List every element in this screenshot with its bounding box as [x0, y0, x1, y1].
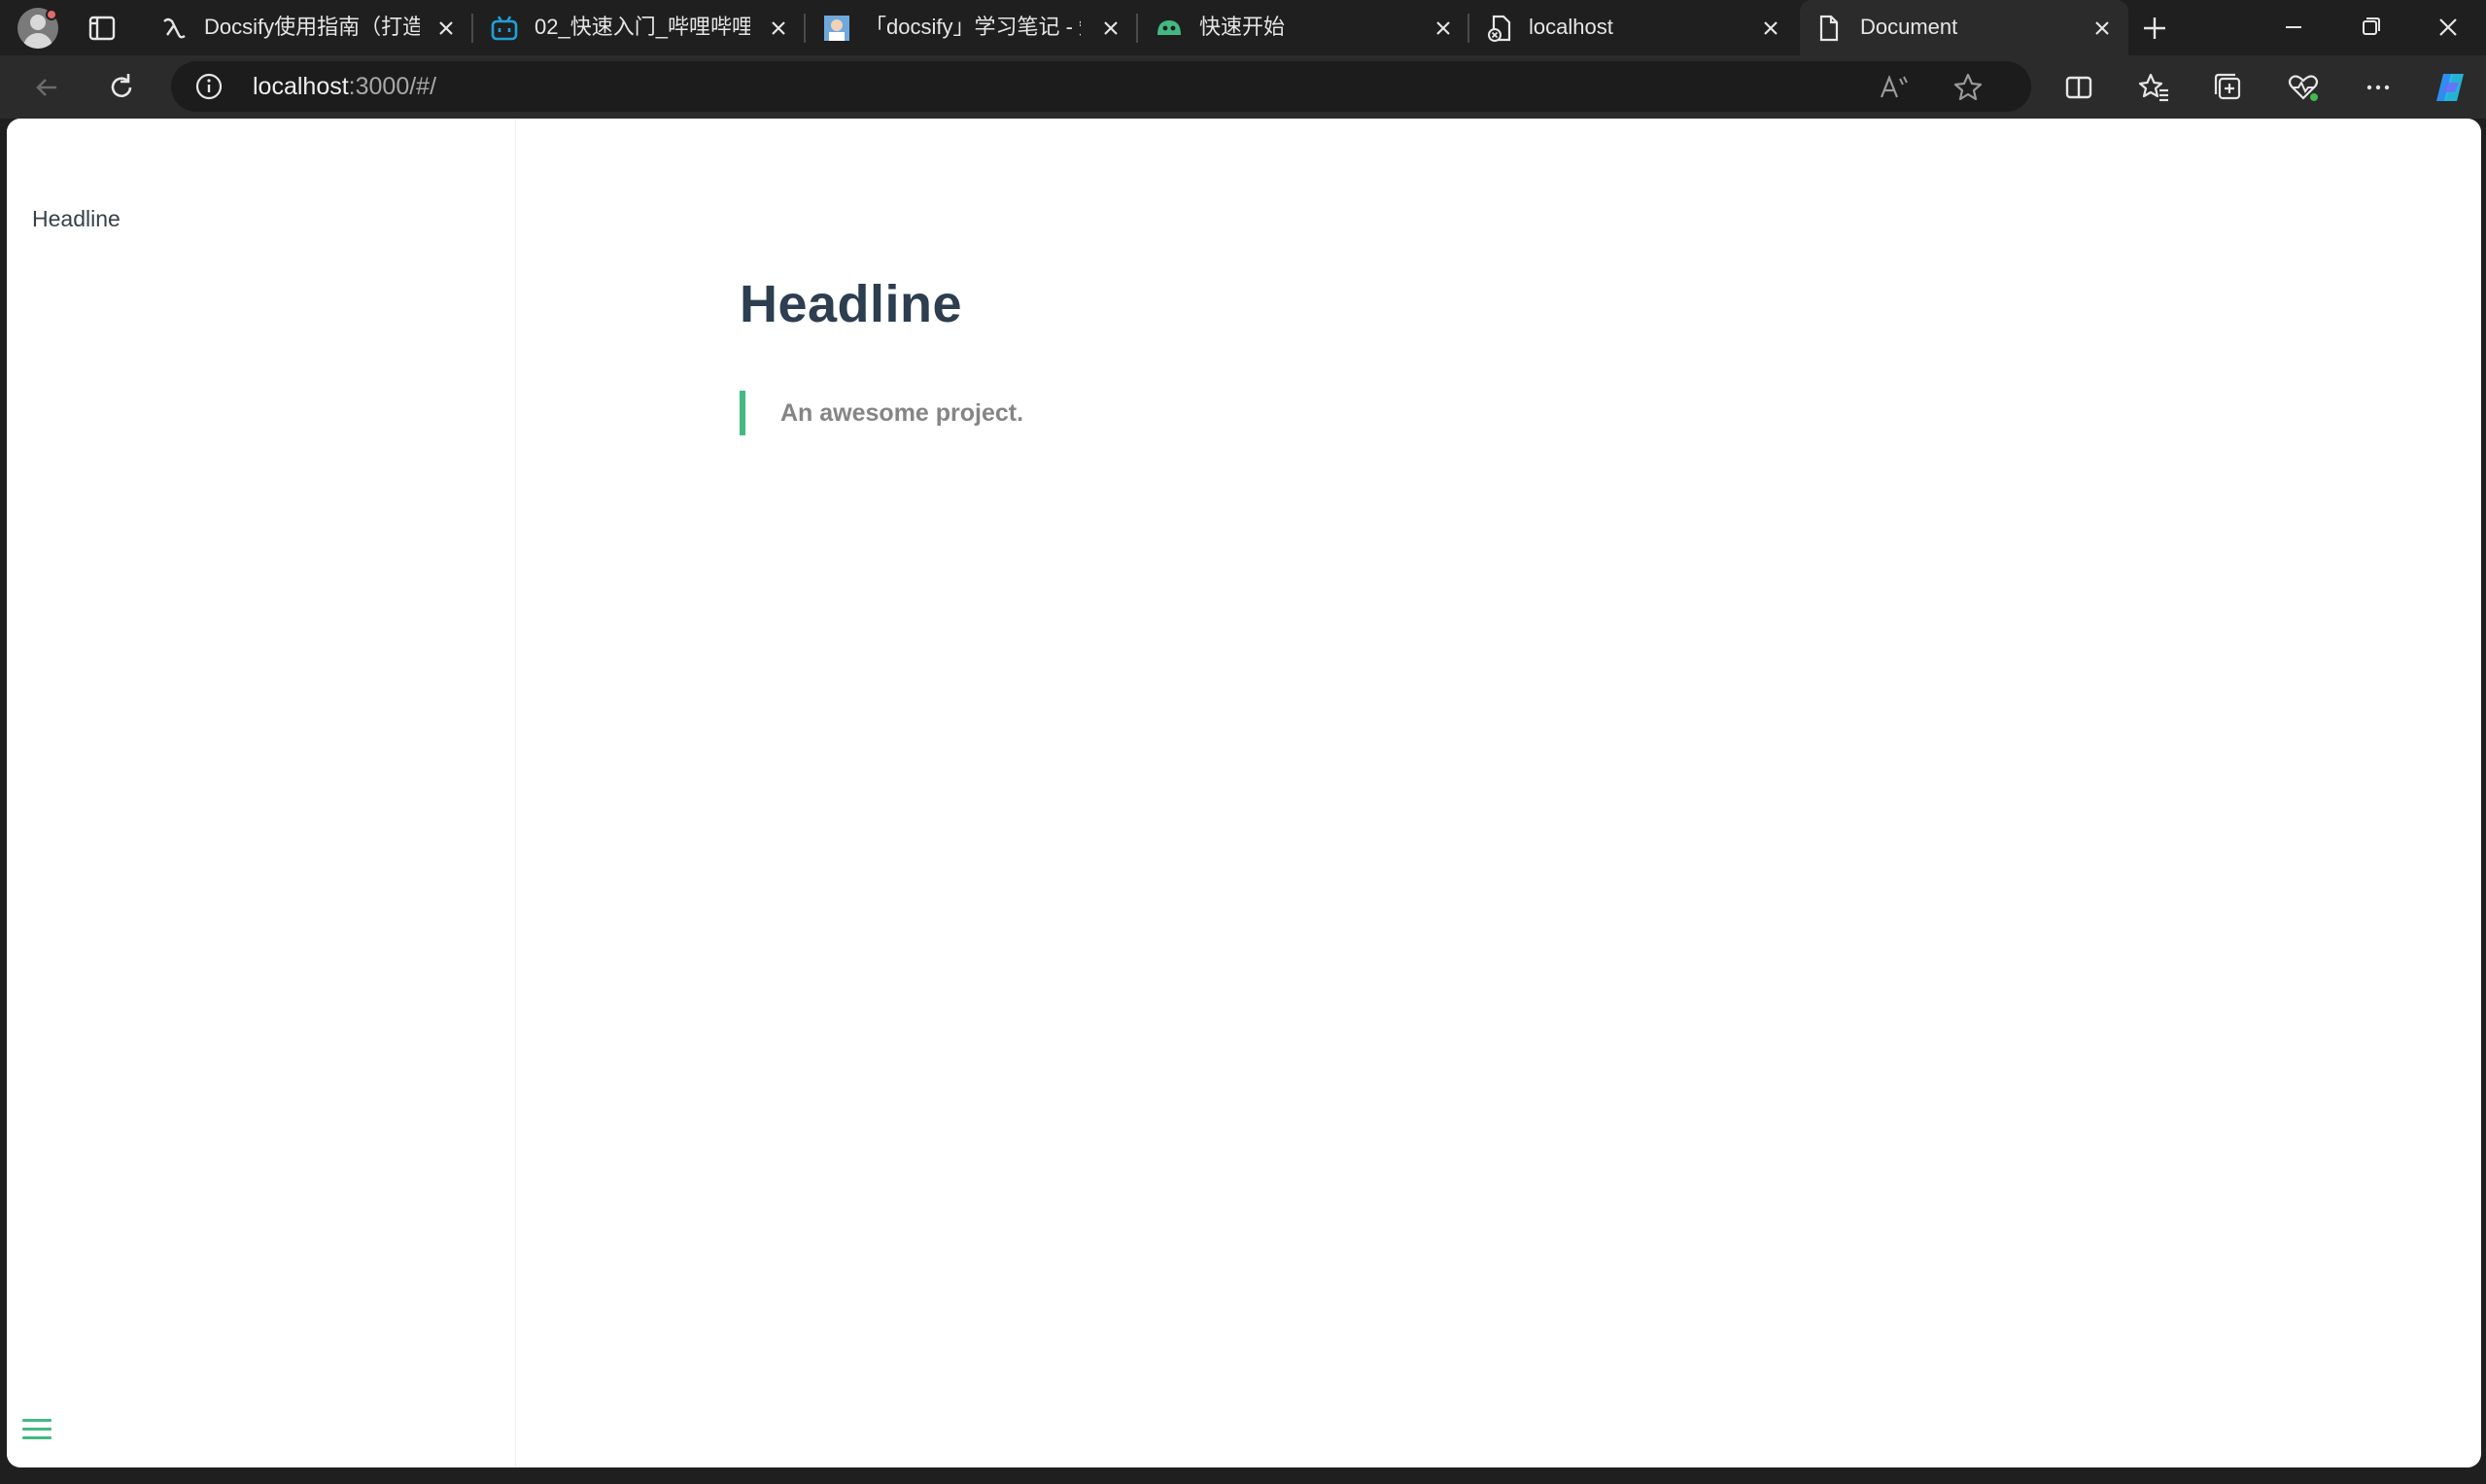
collections-icon[interactable]	[2210, 69, 2247, 106]
page-error-icon	[1486, 14, 1515, 43]
tab-strip: Docsify使用指南（打造最 02_快速入门_哔哩哔哩_b 「docsify」…	[0, 0, 2486, 55]
back-arrow-icon[interactable]	[29, 69, 66, 106]
tab-title: 快速开始	[1199, 15, 1286, 39]
tab-separator	[1467, 14, 1469, 43]
close-icon[interactable]	[1098, 16, 1123, 41]
tab-document[interactable]: Document	[1800, 0, 2128, 55]
minimize-icon[interactable]	[2274, 10, 2313, 45]
tab-actions-icon[interactable]	[86, 12, 119, 45]
browser-essentials-icon[interactable]	[2285, 69, 2322, 106]
close-icon[interactable]	[2089, 16, 2115, 41]
restore-icon[interactable]	[2351, 10, 2390, 45]
close-window-icon[interactable]	[2429, 10, 2468, 45]
more-options-icon[interactable]	[2360, 69, 2397, 106]
tab-docsify-guide[interactable]: Docsify使用指南（打造最	[146, 0, 471, 55]
tab-title: localhost	[1529, 15, 1613, 39]
profile-notification-dot	[46, 9, 57, 20]
read-aloud-icon[interactable]	[1878, 71, 1911, 104]
close-icon[interactable]	[1758, 16, 1783, 41]
close-icon[interactable]	[433, 16, 459, 41]
new-tab-plus-icon[interactable]	[2138, 12, 2171, 45]
tab-title: 「docsify」学习笔记 - 知	[865, 15, 1081, 39]
docsify-sidebar: Headline	[7, 119, 516, 1467]
tab-separator	[1136, 14, 1138, 43]
close-icon[interactable]	[766, 16, 791, 41]
split-screen-icon[interactable]	[2060, 69, 2097, 106]
close-icon[interactable]	[1431, 16, 1456, 41]
window-bottom-edge	[0, 1467, 2486, 1484]
refresh-icon[interactable]	[103, 69, 140, 106]
tab-title: Docsify使用指南（打造最	[204, 15, 420, 39]
tab-localhost[interactable]: localhost	[1472, 0, 1798, 55]
page-viewport: Headline Headline An awesome project.	[7, 119, 2481, 1467]
bilibili-icon	[490, 14, 519, 43]
sidebar-toggle-hamburger-icon[interactable]	[20, 1415, 53, 1444]
url-path: :3000/#/	[348, 73, 437, 100]
avatar-image-icon	[822, 14, 851, 43]
address-bar[interactable]: localhost:3000/#/	[171, 61, 2031, 112]
docsify-icon	[1155, 14, 1184, 43]
tab-separator	[804, 14, 806, 43]
page-title: Headline	[740, 275, 963, 333]
document-icon	[1813, 14, 1843, 43]
blockquote: An awesome project.	[740, 391, 1023, 435]
url-host: localhost	[253, 73, 349, 100]
tab-separator	[471, 14, 473, 43]
tab-quick-start[interactable]: 快速开始	[1141, 0, 1467, 55]
yuque-icon	[159, 14, 189, 43]
tab-title: 02_快速入门_哔哩哔哩_b	[535, 15, 750, 39]
site-info-icon[interactable]	[194, 72, 224, 101]
add-favorite-star-icon[interactable]	[1951, 71, 1985, 104]
sidebar-item-headline[interactable]: Headline	[32, 206, 121, 232]
tab-docsify-notes[interactable]: 「docsify」学习笔记 - 知	[809, 0, 1134, 55]
markdown-content: Headline An awesome project.	[517, 119, 2481, 1467]
favorites-icon[interactable]	[2135, 69, 2172, 106]
copilot-icon[interactable]	[2432, 69, 2469, 106]
browser-toolbar: localhost:3000/#/	[0, 55, 2486, 119]
tab-bilibili[interactable]: 02_快速入门_哔哩哔哩_b	[476, 0, 802, 55]
tab-title: Document	[1860, 15, 1958, 39]
blockquote-text: An awesome project.	[780, 398, 1024, 427]
url-text[interactable]: localhost:3000/#/	[253, 72, 436, 101]
